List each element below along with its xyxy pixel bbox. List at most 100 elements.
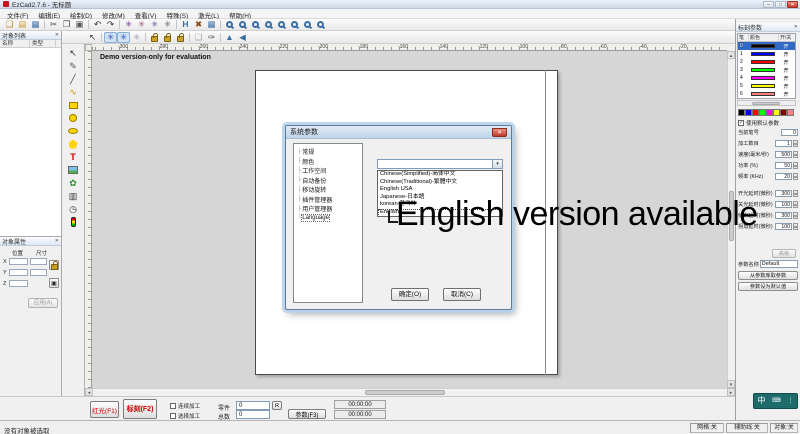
magnifier-2-icon[interactable] <box>236 19 249 30</box>
total-count-input[interactable]: 0 <box>236 410 270 419</box>
snap-grid-icon[interactable]: ✳ <box>104 32 117 43</box>
magnifier-3-icon[interactable] <box>249 19 262 30</box>
select-cursor-icon[interactable]: ↖ <box>86 32 99 43</box>
palette-swatch[interactable] <box>773 109 780 116</box>
laser-off-delay-input[interactable]: 100 <box>775 201 792 208</box>
corner-delay-input[interactable]: 100 <box>775 223 792 230</box>
pick-object-icon[interactable]: ❑ <box>192 32 205 43</box>
laser-on-delay-input[interactable]: 300 <box>775 190 792 197</box>
barcode-tool-icon[interactable]: ▥ <box>65 190 82 202</box>
scroll-left-icon[interactable]: ◂ <box>85 388 93 396</box>
frequency-input[interactable]: 20 <box>775 173 792 180</box>
x-size-field[interactable] <box>30 258 47 265</box>
new-icon[interactable]: ❏ <box>3 19 16 30</box>
tree-item-move-rotate[interactable]: ├移动旋转 <box>294 185 362 195</box>
pen-row-1[interactable]: 1开 <box>738 50 795 58</box>
vector-file-tool-icon[interactable]: ✿ <box>65 177 82 189</box>
corner-delay-spinner[interactable] <box>793 223 798 230</box>
save-icon[interactable]: ▦ <box>29 19 42 30</box>
lock-z-icon[interactable] <box>174 32 187 43</box>
object-list-body[interactable] <box>0 48 61 237</box>
horizontal-scroll-thumb[interactable] <box>365 390 445 395</box>
mark-button[interactable]: 标刻(F2) <box>123 399 157 419</box>
language-option-chinese-simplified[interactable]: Chinese(Simplified)-简体中文 <box>378 171 502 179</box>
hatch-2-icon[interactable]: ✳ <box>135 19 148 30</box>
combo-dropdown-icon[interactable]: ▾ <box>492 160 502 168</box>
pen-row-2[interactable]: 2开 <box>738 58 795 66</box>
cut-icon[interactable]: ✂ <box>47 19 60 30</box>
frequency-spinner[interactable] <box>793 173 798 180</box>
ok-button[interactable]: 确定(O) <box>391 288 429 301</box>
part-count-input[interactable]: 0 <box>236 401 270 410</box>
guide-toggle[interactable]: 辅助线:关 <box>726 423 768 433</box>
open-icon[interactable]: ▤ <box>16 19 29 30</box>
param-name-value[interactable]: Default <box>760 260 798 268</box>
y-position-field[interactable] <box>9 269 28 276</box>
tree-item-color[interactable]: ├颜色 <box>294 157 362 167</box>
hatch-1-icon[interactable]: ✳ <box>122 19 135 30</box>
laser-on-delay-spinner[interactable] <box>793 190 798 197</box>
object-property-close-icon[interactable]: ✕ <box>55 238 59 244</box>
param-f3-button[interactable]: 参数(F3) <box>288 409 326 419</box>
circle-tool-icon[interactable] <box>65 112 82 124</box>
lock-x-icon[interactable] <box>148 32 161 43</box>
minimize-icon[interactable]: ─ <box>763 1 774 8</box>
tree-item-plug-manager[interactable]: ├插件管理器 <box>294 195 362 205</box>
object-toggle[interactable]: 对象:关 <box>770 423 798 433</box>
cancel-button[interactable]: 取消(C) <box>443 288 481 301</box>
scroll-right-icon[interactable]: ▸ <box>727 388 735 396</box>
ime-lang-label[interactable]: 中 <box>757 397 765 405</box>
scroll-up-icon[interactable]: ▴ <box>727 51 735 59</box>
current-pen-input[interactable]: 0 <box>781 129 798 136</box>
object-list-close-icon[interactable]: ✕ <box>55 32 59 38</box>
io-tool-icon[interactable] <box>65 216 82 228</box>
continuous-checkbox[interactable] <box>170 403 176 409</box>
rectangle-tool-icon[interactable] <box>65 99 82 111</box>
ellipse-tool-icon[interactable] <box>65 125 82 137</box>
advanced-button[interactable]: 高级 <box>772 249 796 258</box>
bitmap-tool-icon[interactable] <box>65 164 82 176</box>
dialog-title-bar[interactable]: 系统参数 <box>286 126 511 139</box>
reset-part-button[interactable]: R <box>272 401 282 410</box>
language-option-english-usa[interactable]: English USA <box>378 186 502 194</box>
y-size-field[interactable] <box>30 269 47 276</box>
column-name[interactable]: 名称 <box>0 40 30 47</box>
red-light-button[interactable]: 红光(F1) <box>90 401 119 418</box>
hatch-4-icon[interactable]: ✳ <box>161 19 174 30</box>
pen-table-scrollbar[interactable] <box>737 100 796 106</box>
magnifier-5-icon[interactable] <box>275 19 288 30</box>
dialog-close-icon[interactable]: ✕ <box>492 128 507 137</box>
speed-input[interactable]: 500 <box>775 151 792 158</box>
power-input[interactable]: 50 <box>775 162 792 169</box>
x-position-field[interactable] <box>9 258 28 265</box>
redo-icon[interactable]: ↷ <box>104 19 117 30</box>
pen-scroll-thumb[interactable] <box>752 102 780 105</box>
pen-row-4[interactable]: 4开 <box>738 74 795 82</box>
snap-guide-icon[interactable]: ✳ <box>117 32 130 43</box>
canvas-horizontal-scrollbar[interactable]: ◂ ▸ <box>85 388 735 396</box>
node-edit-tool-icon[interactable]: ✎ <box>65 60 82 72</box>
get-param-from-library-button[interactable]: 从参数库取参数 <box>738 271 798 280</box>
tree-item-language[interactable]: └Language <box>294 214 362 224</box>
palette-swatch[interactable] <box>738 109 745 116</box>
curve-tool-icon[interactable]: ∿ <box>65 86 82 98</box>
laser-off-delay-spinner[interactable] <box>793 201 798 208</box>
lock-y-icon[interactable] <box>161 32 174 43</box>
select-tool-icon[interactable]: ↖ <box>65 47 82 59</box>
delay-tool-icon[interactable]: ◷ <box>65 203 82 215</box>
magnifier-6-icon[interactable] <box>288 19 301 30</box>
use-default-checkbox[interactable]: ✓ <box>738 120 744 126</box>
palette-swatch[interactable] <box>759 109 766 116</box>
select-mark-checkbox[interactable] <box>170 413 176 419</box>
keyboard-icon[interactable]: ⌨ <box>772 398 781 404</box>
palette-swatch[interactable] <box>780 109 787 116</box>
speed-spinner[interactable] <box>793 151 798 158</box>
polygon-tool-icon[interactable] <box>65 138 82 150</box>
pen-row-0[interactable]: 0开 <box>738 42 795 50</box>
text-tool-icon[interactable]: T <box>65 151 82 163</box>
pen-row-6[interactable]: 6开 <box>738 90 795 98</box>
tree-item-user-manager[interactable]: ├用户管理器 <box>294 204 362 214</box>
pen-row-3[interactable]: 3开 <box>738 66 795 74</box>
process-count-input[interactable]: 1 <box>775 140 792 147</box>
copy-icon[interactable]: ❐ <box>60 19 73 30</box>
